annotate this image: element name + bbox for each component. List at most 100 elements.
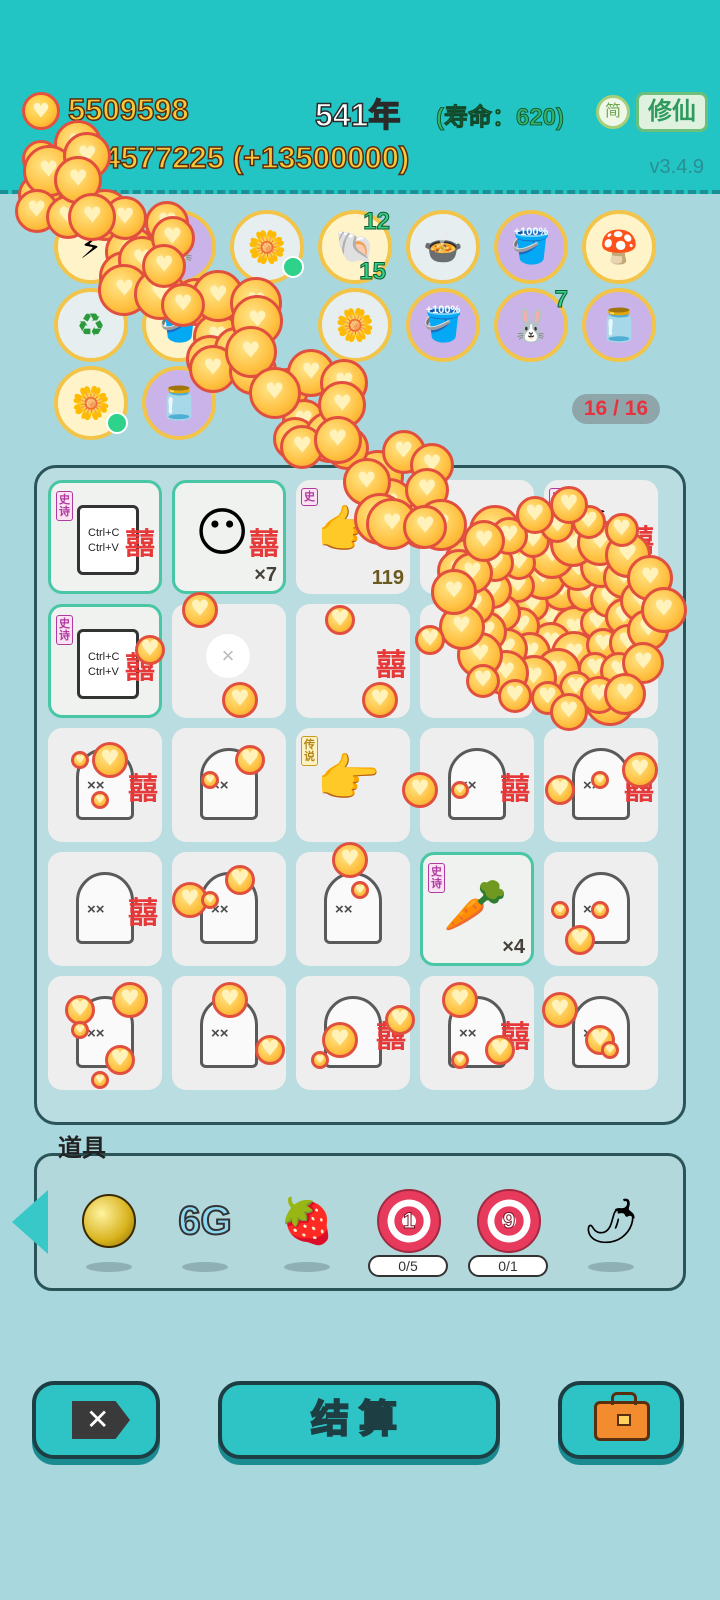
flying-coin-icon — [201, 891, 219, 909]
flying-coin-icon — [551, 901, 569, 919]
flying-coin-icon — [601, 1041, 619, 1059]
grid-cell-face[interactable]: 😶 囍 ×7 — [172, 480, 286, 594]
flying-coin-icon — [451, 1051, 469, 1069]
shell-count-bottom: 15 — [359, 258, 387, 286]
bucket-icon[interactable]: +100%🪣 — [406, 288, 480, 362]
lifespan-label: (寿命：620) — [436, 104, 565, 132]
flying-coin-icon — [91, 791, 109, 809]
shadow — [86, 1262, 132, 1272]
rice-cooker-icon[interactable]: 🍲 — [406, 210, 480, 284]
tools-title: 道具 — [58, 1135, 106, 1162]
year-counter: 541年 — [314, 96, 401, 134]
grid-cell-ghost[interactable]: 囍 — [48, 852, 162, 966]
shell-icon[interactable]: 🐚 12 15 — [318, 208, 392, 286]
double-happiness-icon: 囍 — [125, 528, 155, 561]
flying-coin-icon — [415, 625, 445, 655]
grid-cell-carrot[interactable]: 史诗 🥕 ×4 — [420, 852, 534, 966]
grid-cell-copy[interactable]: 史诗 Ctrl+C Ctrl+V 囍 — [48, 480, 162, 594]
page-counter: 16 / 16 — [572, 394, 660, 424]
flying-coin-icon — [451, 781, 469, 799]
rarity-badge: 史诗 — [56, 615, 73, 645]
6g-icon[interactable]: 6G — [170, 1186, 240, 1256]
rarity-badge: 史诗 — [56, 491, 73, 521]
flying-coin-icon — [591, 901, 609, 919]
double-happiness-icon: 囍 — [376, 649, 406, 682]
flying-coin-icon — [463, 519, 506, 562]
bunny-icon[interactable]: 🐰 7 — [494, 286, 569, 362]
tool-progress: 0/5 — [368, 1255, 448, 1277]
simplified-toggle-button[interactable]: 简 — [596, 95, 630, 129]
empty-slot-icon: × — [206, 634, 250, 678]
flying-coin-icon — [542, 992, 578, 1028]
flying-coin-icon — [161, 282, 206, 327]
flying-coin-icon — [68, 192, 117, 241]
close-button[interactable]: ✕ — [32, 1381, 160, 1459]
flying-coin-icon — [515, 496, 554, 535]
gold-coin-icon — [22, 92, 60, 130]
face-icon: 😶 — [195, 504, 250, 562]
close-icon: ✕ — [72, 1401, 130, 1439]
shell-count-top: 12 — [363, 208, 391, 236]
flying-coin-icon — [201, 771, 219, 789]
golden-ball-icon[interactable] — [74, 1186, 144, 1256]
flying-coin-icon — [248, 367, 301, 420]
status-dot — [106, 412, 128, 434]
flying-coin-icon — [313, 415, 362, 464]
chevron-left-icon[interactable] — [12, 1190, 48, 1254]
flying-coin-icon — [485, 1035, 515, 1065]
flying-coin-icon — [362, 682, 398, 718]
cultivate-button[interactable]: 修仙 — [636, 92, 708, 132]
shadow — [588, 1262, 634, 1272]
target-icon[interactable]: 9 — [474, 1186, 544, 1256]
flying-coin-icon — [71, 751, 89, 769]
item-count: ×4 — [502, 936, 525, 958]
flying-coin-icon — [545, 775, 575, 805]
flying-coin-icon — [565, 925, 595, 955]
flying-coin-icon — [442, 982, 478, 1018]
flying-coin-icon — [640, 586, 687, 633]
chili-icon[interactable]: 🌶 — [576, 1186, 646, 1256]
flying-coin-icon — [225, 865, 255, 895]
item-count: ×7 — [254, 564, 277, 586]
double-happiness-icon: 囍 — [128, 897, 158, 930]
carrot-icon: 🥕 — [443, 877, 508, 935]
flying-coin-icon — [255, 1035, 285, 1065]
flying-coin-icon — [591, 771, 609, 789]
double-happiness-icon: 囍 — [500, 773, 530, 806]
mushroom-cloud-icon[interactable]: 🍄 — [582, 210, 656, 284]
flying-coin-icon — [91, 1071, 109, 1089]
flying-coin-icon — [385, 1005, 415, 1035]
flying-coin-icon — [112, 982, 148, 1018]
flying-coin-icon — [332, 842, 368, 878]
jar-icon[interactable]: 🫙 — [582, 288, 656, 362]
flying-coin-icon — [182, 592, 218, 628]
strawberry-icon[interactable]: 🍓 — [272, 1186, 342, 1256]
shadow — [182, 1262, 228, 1272]
flying-coin-icon — [135, 635, 165, 665]
target-icon[interactable]: 1 — [374, 1186, 444, 1256]
flower-pot-icon[interactable]: 🌼 — [318, 288, 392, 362]
flying-coin-icon — [402, 772, 438, 808]
gold-income-rate: +94577225 (+13500000) — [67, 139, 410, 176]
flying-coin-icon — [322, 1022, 358, 1058]
flying-coin-icon — [465, 663, 500, 698]
flying-coin-icon — [497, 678, 532, 713]
flying-coin-icon — [222, 682, 258, 718]
bunny-count: 7 — [554, 286, 568, 314]
flying-coin-icon — [351, 881, 369, 899]
flying-coin-icon — [604, 512, 639, 547]
grid-cell-ghost[interactable] — [172, 728, 286, 842]
double-happiness-icon: 囍 — [128, 773, 158, 806]
double-happiness-icon: 囍 — [249, 528, 279, 561]
flying-coin-icon — [71, 1021, 89, 1039]
flower-pot-icon[interactable]: 🌼 — [54, 366, 128, 440]
flower-pot-icon[interactable]: 🌼 — [230, 210, 304, 284]
backpack-button[interactable] — [558, 1381, 684, 1459]
settle-button[interactable]: 结算 — [218, 1381, 500, 1459]
status-dot — [282, 256, 304, 278]
flying-coin-icon — [212, 982, 248, 1018]
bucket-icon[interactable]: +100%🪣 — [494, 210, 568, 284]
flying-coin-icon — [142, 243, 187, 288]
grid-cell-hand[interactable]: 传说 👉 — [296, 728, 410, 842]
tool-progress: 0/1 — [468, 1255, 548, 1277]
